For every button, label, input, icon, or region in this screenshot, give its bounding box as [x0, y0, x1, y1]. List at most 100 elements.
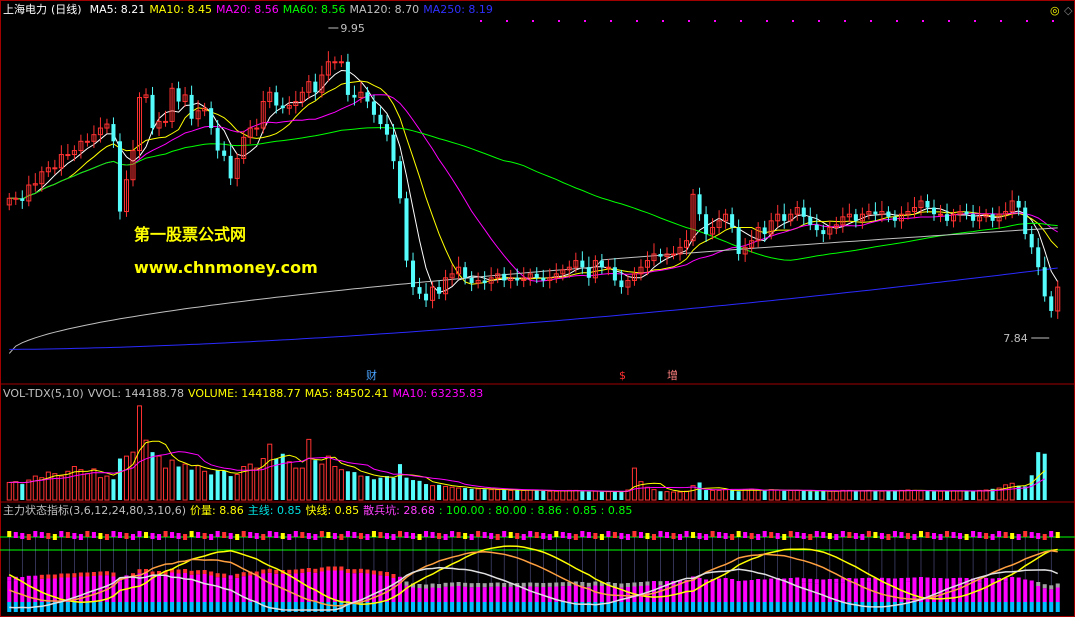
indicator-column	[261, 569, 266, 574]
event-marker-finance[interactable]: 财	[366, 370, 377, 382]
volume-bar	[762, 490, 767, 500]
indicator-signal	[111, 531, 116, 537]
indicator-signal	[378, 532, 383, 538]
candle-body	[1029, 234, 1034, 248]
indicator-signal	[749, 533, 754, 539]
candle-body	[782, 214, 787, 221]
volume-bar	[371, 479, 376, 500]
candle-body	[990, 214, 995, 221]
settings-icon[interactable]: ◎	[1050, 4, 1060, 17]
indicator-column	[313, 572, 318, 602]
candle-body	[163, 120, 169, 123]
vol-value-0: VVOL: 144188.78	[87, 387, 185, 400]
volume-bar	[821, 490, 826, 500]
candle-body	[384, 124, 389, 135]
volume-bar	[749, 488, 755, 501]
volume-bar	[469, 488, 474, 500]
indicator-signal	[358, 533, 363, 539]
volume-bar	[1042, 453, 1047, 500]
volume-bar	[605, 491, 611, 501]
indicator-signal	[808, 534, 813, 540]
volume-bar	[26, 479, 32, 501]
indicator-column	[801, 578, 806, 583]
expand-icon[interactable]: ◇	[1064, 4, 1072, 17]
indicator-signal	[78, 534, 83, 540]
indicator-column	[723, 602, 728, 612]
indicator-column	[723, 582, 728, 602]
indicator-column	[619, 583, 624, 588]
indicator-column	[840, 602, 845, 612]
indicator-signal	[651, 534, 656, 540]
candle-body	[762, 227, 767, 235]
indicator-column	[717, 602, 722, 612]
indicator-column	[840, 582, 845, 602]
volume-bar	[313, 460, 318, 500]
volume-bar	[104, 475, 110, 501]
event-marker-dividend[interactable]: $	[619, 370, 626, 382]
volume-bar	[117, 458, 122, 500]
volume-bar	[866, 489, 872, 501]
volume-bar	[45, 471, 51, 501]
indicator-name[interactable]: 主力状态指标(3,6,12,24,80,3,10,6)	[3, 504, 186, 517]
indicator-signal	[1023, 531, 1028, 537]
indicator-column	[137, 602, 142, 612]
indicator-column	[495, 586, 500, 602]
indicator-column	[319, 567, 324, 572]
indicator-column	[443, 602, 448, 612]
indicator-column	[91, 602, 96, 612]
indicator-column	[821, 579, 826, 584]
indicator-signal	[72, 533, 77, 539]
candle-body	[20, 198, 25, 201]
indicator-column	[814, 602, 819, 612]
indicator-column	[879, 581, 884, 602]
indicator-signal	[59, 531, 64, 537]
candle-body	[209, 108, 214, 129]
indicator-column	[827, 602, 832, 612]
indicator-column	[821, 602, 826, 612]
indicator-column	[827, 579, 832, 583]
stock-name[interactable]: 上海电力	[3, 3, 47, 16]
indicator-signal	[899, 532, 904, 538]
event-marker-increase[interactable]: 增	[667, 370, 678, 382]
indicator-column	[1003, 581, 1008, 602]
candle-body	[964, 211, 969, 215]
indicator-column	[378, 571, 383, 576]
indicator-column	[678, 602, 683, 612]
indicator-column	[384, 572, 389, 576]
main-header: 上海电力 (日线) MA5: 8.21 MA10: 8.45 MA20: 8.56 MA6…	[3, 3, 501, 17]
top-grid-dot	[636, 20, 638, 22]
candle-body	[704, 214, 709, 235]
volume-bar	[971, 491, 976, 500]
candle-body	[736, 227, 741, 254]
indicator-column	[528, 582, 533, 587]
indicator-signal	[879, 533, 884, 539]
indicator-column	[26, 575, 31, 580]
indicator-column	[1042, 584, 1047, 589]
indicator-column	[319, 571, 324, 602]
volume-bar	[670, 491, 677, 501]
indicator-column	[912, 577, 917, 582]
indicator-signal	[853, 533, 858, 539]
indicator-column	[580, 586, 585, 602]
indicator-column	[730, 602, 735, 612]
indicator-column	[261, 573, 266, 602]
volume-bar	[1003, 484, 1009, 501]
indicator-signal	[997, 531, 1002, 537]
volume-bar	[716, 489, 722, 501]
indicator-column	[411, 602, 416, 612]
indicator-column	[625, 602, 630, 612]
volume-bar	[65, 470, 71, 501]
indicator-column	[1036, 582, 1041, 586]
candle-body	[345, 61, 350, 95]
indicator-column	[762, 602, 767, 612]
indicator-column	[482, 583, 487, 588]
indicator-signal	[261, 534, 266, 540]
indicator-column	[769, 582, 774, 602]
indicator-column	[202, 602, 207, 612]
volume-bar	[32, 475, 38, 501]
indicator-column	[358, 568, 363, 573]
indicator-column	[788, 602, 793, 612]
volume-indicator-name[interactable]: VOL-TDX(5,10)	[3, 387, 84, 400]
candle-body	[150, 94, 155, 129]
indicator-column	[1029, 584, 1034, 602]
